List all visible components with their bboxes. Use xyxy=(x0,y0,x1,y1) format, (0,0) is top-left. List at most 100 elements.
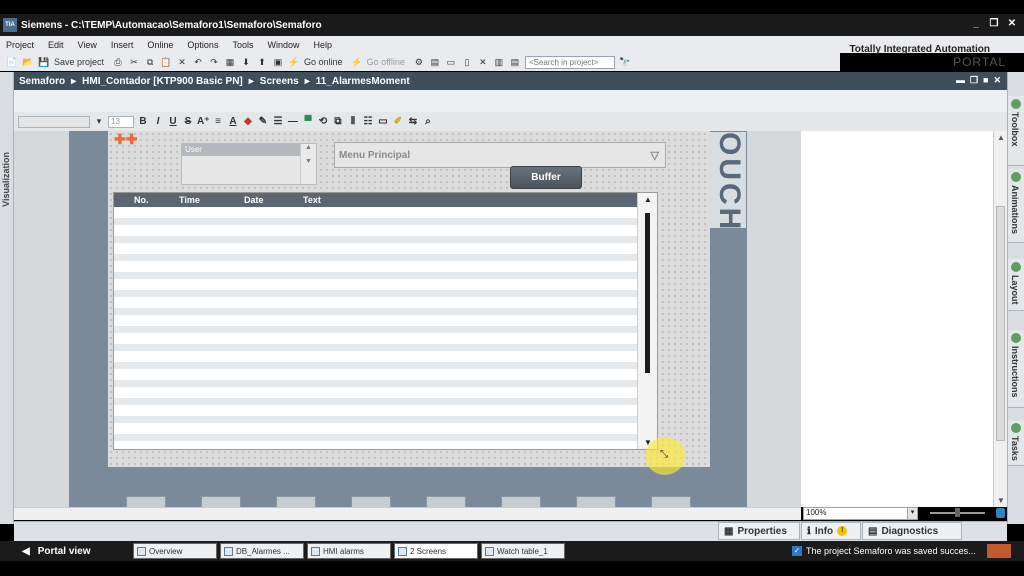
font-size-select[interactable]: 13 xyxy=(108,115,134,128)
distribute-icon[interactable]: ☷ xyxy=(362,116,374,127)
line-width-icon[interactable]: — xyxy=(287,116,299,127)
scroll-thumb[interactable] xyxy=(996,206,1005,441)
editor-vertical-scrollbar[interactable]: ▲ ▼ xyxy=(993,131,1007,507)
menu-view[interactable]: View xyxy=(78,40,97,50)
paste-icon[interactable]: 📋 xyxy=(160,56,172,68)
editor-minimize-icon[interactable]: ▬ xyxy=(956,75,965,86)
group-icon[interactable]: ⧉ xyxy=(332,116,344,127)
function-key-f4[interactable] xyxy=(351,496,391,507)
same-size-icon[interactable]: ▭ xyxy=(377,116,389,127)
maximize-icon[interactable]: ❐ xyxy=(988,18,1000,30)
project-tree-collapsed[interactable]: Visualization xyxy=(0,72,14,524)
tab-animations[interactable]: Animations xyxy=(1008,169,1024,243)
copy-icon[interactable]: ⧉ xyxy=(144,56,156,68)
portal-view-button[interactable]: ◀ Portal view xyxy=(22,543,91,559)
search-project-icon[interactable]: 🔭 xyxy=(619,56,631,68)
alarm-view[interactable]: No. Time Date Text ▲ ▼ xyxy=(113,192,658,450)
split-vertical-icon[interactable]: ▯ xyxy=(461,56,473,68)
editor-float-icon[interactable]: ❐ xyxy=(970,75,978,86)
format-painter-icon[interactable]: ✐ xyxy=(392,116,404,127)
user-view-scrollbar[interactable]: ▲ ▼ xyxy=(300,144,316,184)
underline-button[interactable]: U xyxy=(167,116,179,127)
breadcrumb-project[interactable]: Semaforo xyxy=(19,76,65,87)
tab-order-icon[interactable]: ⇆ xyxy=(407,116,419,127)
zoom-dropdown-icon[interactable]: ▾ xyxy=(907,507,918,520)
editor-maximize-icon[interactable]: ■ xyxy=(983,75,988,86)
tab-info[interactable]: ℹ Info ! xyxy=(801,522,861,540)
tab-toolbox[interactable]: Toolbox xyxy=(1008,96,1024,166)
fill-color-icon[interactable]: ◆ xyxy=(242,116,254,127)
go-offline-button[interactable]: Go offline xyxy=(367,57,405,67)
editor-close-icon[interactable]: ✕ xyxy=(993,75,1001,86)
font-dropdown-icon[interactable]: ▾ xyxy=(93,116,105,128)
task-db-alarmes[interactable]: DB_Alarmes ... xyxy=(220,543,304,559)
minimize-icon[interactable]: _ xyxy=(970,18,982,30)
function-key-f3[interactable] xyxy=(276,496,316,507)
function-key-f7[interactable] xyxy=(576,496,616,507)
menu-tools[interactable]: Tools xyxy=(232,40,253,50)
alarm-scrollbar[interactable]: ▲ ▼ xyxy=(637,193,657,449)
tab-diagnostics[interactable]: ▤ Diagnostics xyxy=(862,522,962,540)
breadcrumb-screens[interactable]: Screens xyxy=(260,76,299,87)
simulation-icon[interactable]: ▣ xyxy=(272,56,284,68)
italic-button[interactable]: I xyxy=(152,116,164,127)
alarm-scroll-up-icon[interactable]: ▲ xyxy=(644,195,652,204)
accessible-devices-icon[interactable]: ⚙ xyxy=(413,56,425,68)
column-no[interactable]: No. xyxy=(134,195,149,205)
function-key-f5[interactable] xyxy=(426,496,466,507)
menu-principal-dropdown[interactable]: Menu Principal ▽ xyxy=(334,142,666,168)
menu-edit[interactable]: Edit xyxy=(48,40,64,50)
close-icon[interactable]: ✕ xyxy=(1006,18,1018,30)
tab-instructions[interactable]: Instructions xyxy=(1008,330,1024,408)
task-overview[interactable]: Overview xyxy=(133,543,217,559)
upload-icon[interactable]: ⬆ xyxy=(256,56,268,68)
split-horizontal-icon[interactable]: ▭ xyxy=(445,56,457,68)
cross-reference-icon[interactable]: ▤ xyxy=(429,56,441,68)
search-input[interactable] xyxy=(524,55,615,69)
undo-icon[interactable]: ↶ xyxy=(192,56,204,68)
task-hmi-alarms[interactable]: HMI alarms xyxy=(307,543,391,559)
split-editor-icon[interactable]: ▥ xyxy=(493,56,505,68)
buffer-button[interactable]: Buffer xyxy=(510,166,582,189)
new-project-icon[interactable]: 📄 xyxy=(6,56,18,68)
line-style-icon[interactable]: ☰ xyxy=(272,116,284,127)
tab-properties[interactable]: ▦ Properties xyxy=(718,522,800,540)
menu-online[interactable]: Online xyxy=(147,40,173,50)
font-family-select[interactable] xyxy=(18,115,90,128)
open-project-icon[interactable]: 📂 xyxy=(22,56,34,68)
redo-icon[interactable]: ↷ xyxy=(208,56,220,68)
zoom-icon[interactable]: ⌕ xyxy=(422,116,434,127)
alarm-scroll-thumb[interactable] xyxy=(645,213,650,373)
column-text[interactable]: Text xyxy=(303,195,321,205)
font-color-button[interactable]: A xyxy=(227,116,239,127)
stop-icon[interactable]: ✕ xyxy=(477,56,489,68)
column-time[interactable]: Time xyxy=(179,195,200,205)
task-watch-table[interactable]: Watch table_1 xyxy=(481,543,565,559)
cut-icon[interactable]: ✂ xyxy=(128,56,140,68)
strikethrough-button[interactable]: S xyxy=(182,116,194,127)
function-key-f8[interactable] xyxy=(651,496,691,507)
column-date[interactable]: Date xyxy=(244,195,264,205)
menu-help[interactable]: Help xyxy=(313,40,332,50)
screen-logo-icon[interactable]: ✚✚ xyxy=(114,131,137,148)
zoom-slider-thumb[interactable] xyxy=(955,508,960,517)
save-project-button[interactable]: Save project xyxy=(54,57,104,67)
menu-project[interactable]: Project xyxy=(6,40,34,50)
go-online-icon[interactable]: ⚡ xyxy=(288,56,300,68)
zoom-select[interactable]: 100% xyxy=(803,507,918,520)
layer-icon[interactable]: ▀ xyxy=(302,116,314,127)
function-key-f1[interactable] xyxy=(126,496,166,507)
go-offline-icon[interactable]: ⚡ xyxy=(351,56,363,68)
task-screens[interactable]: 2 Screens xyxy=(394,543,478,559)
user-view[interactable]: User ▲ ▼ xyxy=(181,143,317,185)
compile-icon[interactable]: ▦ xyxy=(224,56,236,68)
scroll-down-icon[interactable]: ▼ xyxy=(997,496,1005,505)
editor-horizontal-scrollbar[interactable] xyxy=(14,507,801,520)
go-online-button[interactable]: Go online xyxy=(304,57,343,67)
status-indicator-icon[interactable] xyxy=(987,544,1011,558)
delete-icon[interactable]: ✕ xyxy=(176,56,188,68)
line-color-icon[interactable]: ✎ xyxy=(257,116,269,127)
breadcrumb-device[interactable]: HMI_Contador [KTP900 Basic PN] xyxy=(82,76,243,87)
split-editor2-icon[interactable]: ▤ xyxy=(509,56,521,68)
rotate-icon[interactable]: ⟲ xyxy=(317,116,329,127)
